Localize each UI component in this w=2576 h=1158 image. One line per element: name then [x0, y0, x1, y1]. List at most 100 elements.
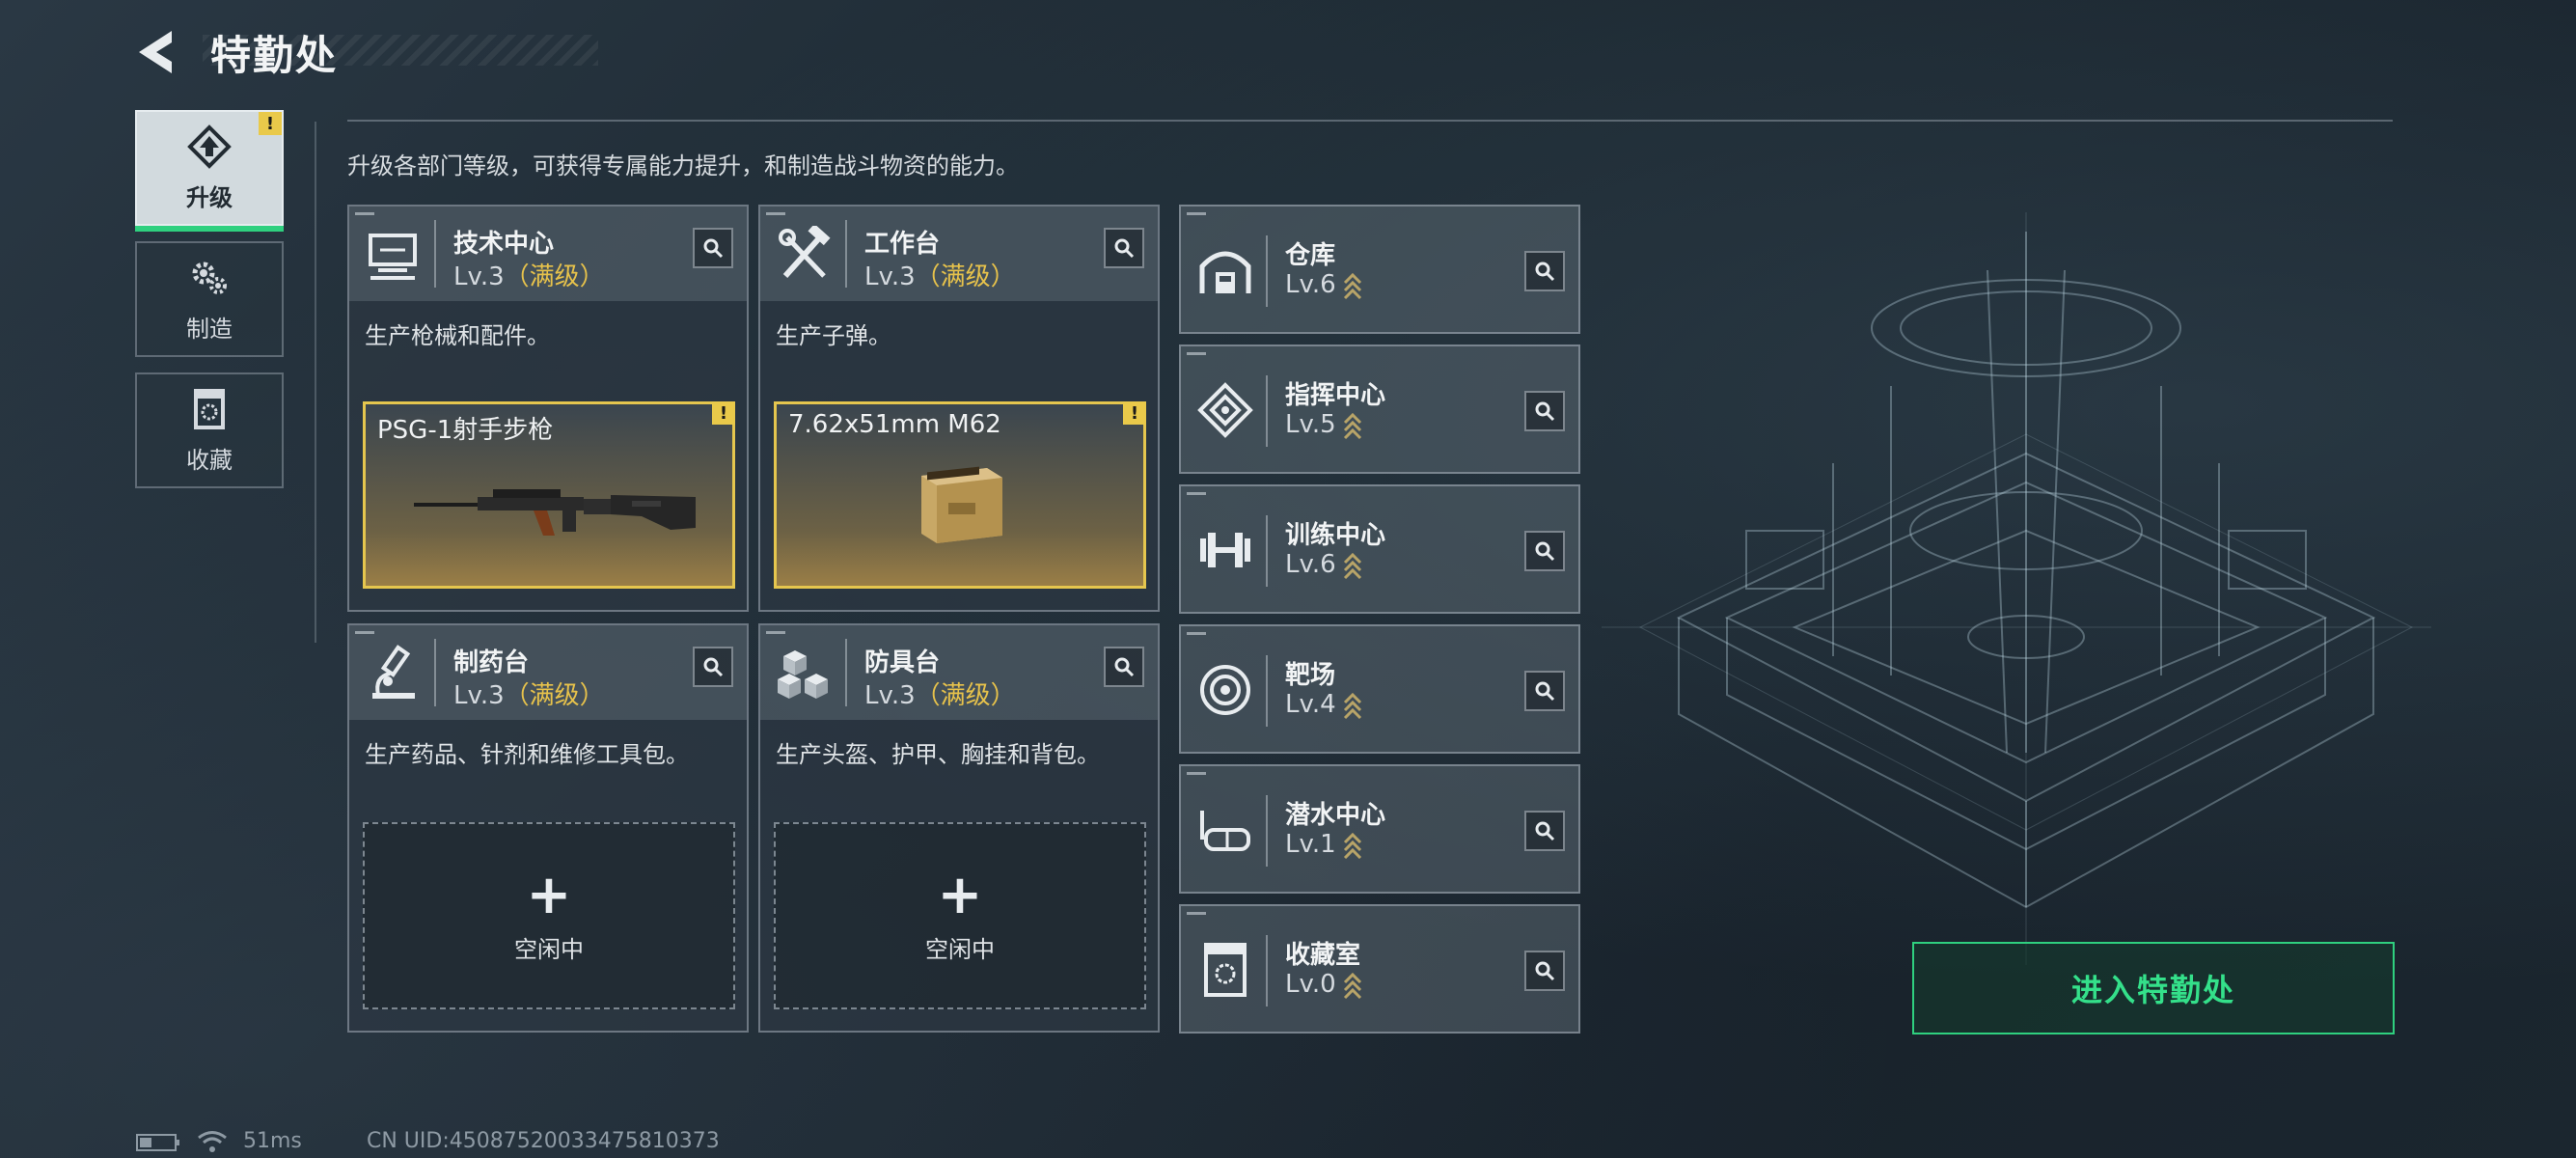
department-card-pharmacy[interactable]: 制药台 Lv.3（满级） 生产药品、针剂和维修工具包。 + 空闲中 — [347, 623, 749, 1033]
department-level: Lv.3（满级） — [864, 262, 1016, 291]
facility-name: 指挥中心 — [1285, 381, 1386, 410]
add-icon: + — [937, 863, 983, 926]
department-description: 生产头盔、护甲、胸挂和背包。 — [776, 741, 1100, 768]
card-corner-mark — [355, 212, 374, 215]
facility-name: 训练中心 — [1285, 521, 1386, 550]
department-name: 制药台 — [453, 648, 530, 677]
facility-level: Lv.0 — [1285, 970, 1363, 1000]
facility-level: Lv.1 — [1285, 830, 1363, 860]
upgrade-chevron-icon — [1343, 832, 1361, 859]
product-name: 7.62x51mm M62 — [788, 410, 1001, 439]
search-icon — [1535, 961, 1555, 981]
facility-name: 靶场 — [1285, 661, 1336, 690]
facility-name: 收藏室 — [1285, 941, 1361, 970]
search-button[interactable] — [693, 647, 733, 687]
user-uid: CN UID:450875200334758103​73 — [367, 1129, 720, 1153]
facility-level: Lv.5 — [1285, 410, 1363, 440]
upgrade-chevron-icon — [1343, 972, 1361, 999]
card-corner-mark — [355, 631, 374, 634]
warning-badge: ! — [712, 401, 735, 425]
search-icon — [1535, 681, 1555, 702]
search-button[interactable] — [1524, 811, 1565, 851]
department-card-workbench[interactable]: 工作台 Lv.3（满级） 生产子弹。 7.62x51mm M62 ! — [758, 205, 1160, 612]
facility-card-diving-center[interactable]: 潜水中心 Lv.1 — [1179, 764, 1580, 894]
search-button[interactable] — [1104, 647, 1144, 687]
facility-card-warehouse[interactable]: 仓库 Lv.6 — [1179, 205, 1580, 334]
tab-craft[interactable]: 制造 — [135, 241, 284, 357]
ammo-box-image — [921, 466, 1002, 543]
tab-upgrade[interactable]: 升级 ! — [135, 110, 284, 232]
maxed-label: （满级） — [504, 262, 605, 291]
card-corner-mark — [1187, 632, 1206, 635]
upgrade-chevron-icon — [1343, 552, 1361, 579]
facility-level: Lv.6 — [1285, 550, 1363, 580]
department-card-tech-center[interactable]: 技术中心 Lv.3（满级） 生产枪械和配件。 PSG-1射手步枪 ! — [347, 205, 749, 612]
collection-icon — [1204, 943, 1247, 997]
card-corner-mark — [1187, 772, 1206, 775]
idle-slot[interactable]: + 空闲中 — [363, 822, 735, 1009]
facility-level: Lv.6 — [1285, 270, 1363, 300]
card-corner-mark — [1187, 352, 1206, 355]
upgrade-chevron-icon — [1343, 412, 1361, 439]
warning-badge: ! — [1123, 401, 1146, 425]
card-corner-mark — [766, 212, 785, 215]
search-icon — [1535, 262, 1555, 282]
search-icon — [703, 657, 724, 677]
search-button[interactable] — [1524, 531, 1565, 571]
search-button[interactable] — [1524, 951, 1565, 991]
search-icon — [1535, 541, 1555, 562]
goggles-icon — [1200, 811, 1250, 851]
search-button[interactable] — [693, 228, 733, 268]
computer-icon — [369, 234, 417, 280]
command-icon — [1197, 382, 1253, 438]
department-name: 防具台 — [864, 648, 941, 677]
product-name: PSG-1射手步枪 — [377, 416, 554, 445]
search-icon — [1535, 401, 1555, 422]
warehouse-icon — [1199, 251, 1251, 293]
search-button[interactable] — [1524, 671, 1565, 711]
rifle-image — [414, 489, 696, 536]
department-name: 工作台 — [864, 230, 941, 259]
facility-level: Lv.4 — [1285, 690, 1363, 720]
facility-card-command-center[interactable]: 指挥中心 Lv.5 — [1179, 345, 1580, 474]
facility-card-training-center[interactable]: 训练中心 Lv.6 — [1179, 484, 1580, 614]
production-slot[interactable]: PSG-1射手步枪 ! — [363, 401, 735, 589]
facility-name: 潜水中心 — [1285, 801, 1386, 830]
wifi-icon — [198, 1131, 227, 1152]
enter-special-ops-button[interactable]: 进入特勤处 — [1912, 942, 2395, 1034]
production-slot[interactable]: 7.62x51mm M62 ! — [774, 401, 1146, 589]
facility-name: 仓库 — [1285, 241, 1336, 270]
maxed-label: （满级） — [504, 681, 605, 710]
department-level: Lv.3（满级） — [453, 262, 605, 291]
tab-collection-label: 收藏 — [186, 446, 233, 474]
tab-collection[interactable]: 收藏 — [135, 372, 284, 488]
department-description: 生产子弹。 — [776, 322, 891, 349]
idle-slot[interactable]: + 空闲中 — [774, 822, 1146, 1009]
dumbbell-icon — [1200, 533, 1250, 567]
search-button[interactable] — [1524, 251, 1565, 291]
base-wireframe-illustration — [1602, 212, 2431, 965]
facility-card-collection-room[interactable]: 收藏室 Lv.0 — [1179, 904, 1580, 1034]
facility-card-shooting-range[interactable]: 靶场 Lv.4 — [1179, 624, 1580, 754]
add-icon: + — [526, 863, 572, 926]
department-name: 技术中心 — [453, 230, 555, 259]
card-corner-mark — [1187, 212, 1206, 215]
warning-badge: ! — [259, 112, 282, 135]
search-button[interactable] — [1524, 391, 1565, 431]
gears-icon — [192, 262, 227, 294]
page-description: 升级各部门等级，可获得专属能力提升，和制造战斗物资的能力。 — [347, 152, 1019, 179]
sidebar-divider — [315, 122, 316, 643]
ping-value: 51ms — [243, 1129, 302, 1153]
department-card-armor[interactable]: 防具台 Lv.3（满级） 生产头盔、护甲、胸挂和背包。 + 空闲中 — [758, 623, 1160, 1033]
maxed-label: （满级） — [915, 262, 1016, 291]
upgrade-chevron-icon — [1343, 692, 1361, 719]
department-description: 生产枪械和配件。 — [365, 322, 550, 349]
search-icon — [1114, 657, 1135, 677]
search-button[interactable] — [1104, 228, 1144, 268]
back-button[interactable] — [133, 27, 181, 77]
search-icon — [703, 238, 724, 259]
card-corner-mark — [1187, 492, 1206, 495]
upgrade-chevron-icon — [1343, 272, 1361, 299]
department-level: Lv.3（满级） — [453, 681, 605, 710]
battery-icon — [136, 1134, 179, 1151]
